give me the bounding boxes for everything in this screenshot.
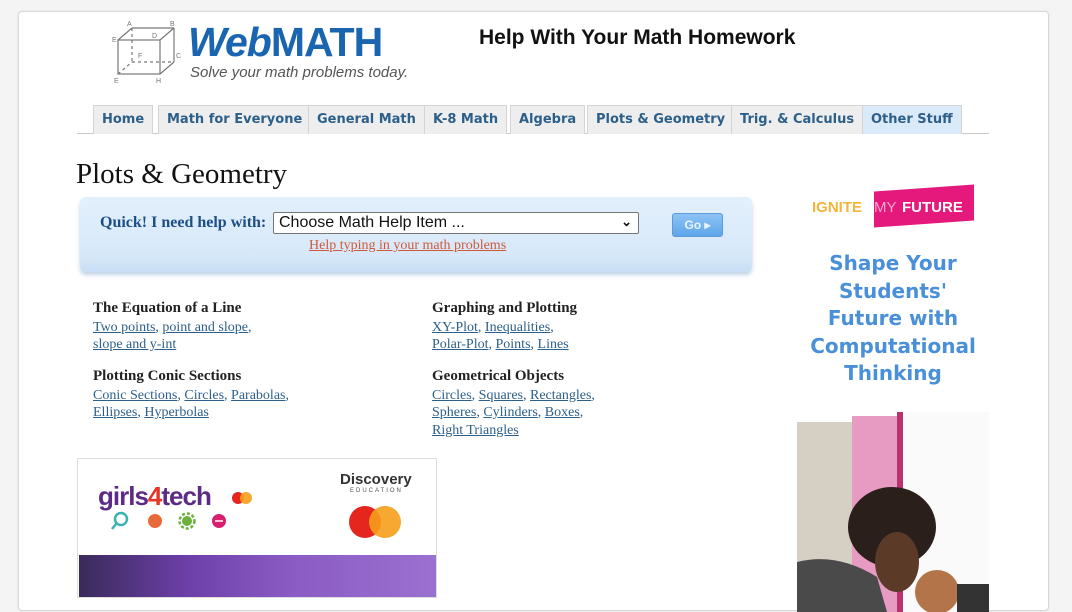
category-graphing-plotting: Graphing and Plotting XY-Plot, Inequalit…: [432, 300, 578, 352]
ad-photo: [797, 412, 989, 612]
link-squares[interactable]: Squares: [479, 388, 523, 403]
brand-tech: tech: [161, 481, 211, 511]
brand-my: MY: [874, 199, 897, 216]
ignite-my-future-logo: IGNITE MY FUTURE: [812, 184, 977, 228]
go-button[interactable]: Go ▸: [672, 213, 723, 237]
math-help-select-value: Choose Math Help Item ...: [279, 214, 465, 231]
mastercard-small-icon: [232, 492, 252, 504]
category-title: Plotting Conic Sections: [93, 368, 242, 384]
logo-tagline: Solve your math problems today.: [190, 64, 409, 81]
svg-text:C: C: [176, 53, 181, 60]
link-lines[interactable]: Lines: [538, 337, 569, 352]
link-points[interactable]: Points: [496, 337, 531, 352]
link-polar-plot[interactable]: Polar-Plot: [432, 337, 489, 352]
tab-k8-math[interactable]: K-8 Math: [424, 105, 508, 134]
discovery-logo: Discovery: [340, 471, 412, 488]
tab-general-math[interactable]: General Math: [308, 105, 425, 134]
discovery-sub: EDUCATION: [350, 488, 403, 494]
svg-text:D: D: [152, 33, 157, 40]
ad-photo: [79, 555, 436, 597]
svg-text:A: A: [127, 21, 132, 28]
chevron-down-icon: ⌄: [621, 214, 632, 229]
page-title: Plots & Geometry: [76, 158, 288, 190]
svg-text:E: E: [112, 37, 117, 44]
math-help-select[interactable]: Choose Math Help Item ... ⌄: [273, 212, 639, 234]
stem-icons: [111, 511, 226, 530]
girls4tech-logo: girls4tech: [98, 481, 212, 512]
brand-ignite: IGNITE: [812, 199, 863, 216]
headline-line: Thinking: [844, 361, 942, 385]
logo-web: Web: [188, 19, 272, 65]
nav-tabs: Home Math for Everyone General Math K-8 …: [77, 105, 989, 134]
link-circles[interactable]: Circles: [184, 388, 224, 403]
link-hyperbolas[interactable]: Hyperbolas: [144, 405, 209, 420]
tab-other-stuff[interactable]: Other Stuff: [862, 105, 962, 134]
link-inequalities[interactable]: Inequalities: [485, 320, 550, 335]
ignite-my-future-ad[interactable]: IGNITE MY FUTURE Shape Your Students' Fu…: [797, 180, 989, 612]
headline-line: Students': [839, 278, 947, 303]
tab-algebra[interactable]: Algebra: [510, 105, 586, 134]
category-conic-sections: Plotting Conic Sections Conic Sections, …: [93, 368, 289, 420]
logo-wordmark: WebMATH: [188, 19, 383, 65]
category-equation-of-line: The Equation of a Line Two points, point…: [93, 300, 252, 352]
brand-future: FUTURE: [902, 199, 963, 216]
link-ellipses[interactable]: Ellipses: [93, 405, 137, 420]
link-spheres[interactable]: Spheres: [432, 405, 476, 420]
link-circles[interactable]: Circles: [432, 388, 472, 403]
brand-four: 4: [147, 481, 163, 511]
headline-line: Computational: [810, 333, 976, 358]
quick-help-label: Quick! I need help with:: [100, 214, 267, 231]
headline-line: Future with: [827, 306, 959, 330]
webmath-logo[interactable]: A B E D C E H F WebMATH Solve your math prob…: [110, 18, 420, 84]
category-title: The Equation of a Line: [93, 300, 242, 316]
link-boxes[interactable]: Boxes: [545, 405, 580, 420]
cube-logo-icon: A B E D C E H F: [112, 21, 181, 84]
category-title: Geometrical Objects: [432, 368, 565, 384]
tab-math-for-everyone[interactable]: Math for Everyone: [158, 105, 312, 134]
link-parabolas[interactable]: Parabolas: [231, 388, 285, 403]
header-title: Help With Your Math Homework: [479, 26, 796, 49]
tab-home[interactable]: Home: [93, 105, 154, 134]
svg-text:F: F: [138, 53, 142, 60]
link-right-triangles[interactable]: Right Triangles: [432, 423, 519, 438]
ad-headline: Shape Your Students' Future with Computa…: [797, 250, 989, 388]
brand-girls: girls: [98, 481, 149, 511]
link-cylinders[interactable]: Cylinders: [483, 405, 537, 420]
tab-plots-geometry[interactable]: Plots & Geometry: [587, 105, 735, 134]
link-rectangles[interactable]: Rectangles: [530, 388, 591, 403]
link-two-points[interactable]: Two points: [93, 320, 155, 335]
mastercard-logo-icon: [349, 506, 401, 538]
headline-line: Shape Your: [829, 251, 957, 275]
category-geometrical-objects: Geometrical Objects Circles, Squares, Re…: [432, 368, 595, 438]
svg-text:E: E: [114, 78, 119, 84]
logo-math: MATH: [270, 19, 383, 65]
category-title: Graphing and Plotting: [432, 300, 578, 316]
tab-trig-calculus[interactable]: Trig. & Calculus: [731, 105, 864, 134]
link-point-and-slope[interactable]: point and slope: [162, 320, 248, 335]
svg-text:H: H: [156, 78, 161, 84]
svg-text:B: B: [170, 21, 175, 28]
link-slope-and-y-int[interactable]: slope and y-int: [93, 337, 176, 352]
help-typing-link[interactable]: Help typing in your math problems: [309, 238, 506, 254]
link-xy-plot[interactable]: XY-Plot: [432, 320, 478, 335]
quick-help-box: Quick! I need help with: Choose Math Hel…: [80, 197, 752, 272]
link-conic-sections[interactable]: Conic Sections: [93, 388, 177, 403]
girls4tech-ad[interactable]: girls4tech Discovery EDUCATION: [77, 458, 437, 598]
